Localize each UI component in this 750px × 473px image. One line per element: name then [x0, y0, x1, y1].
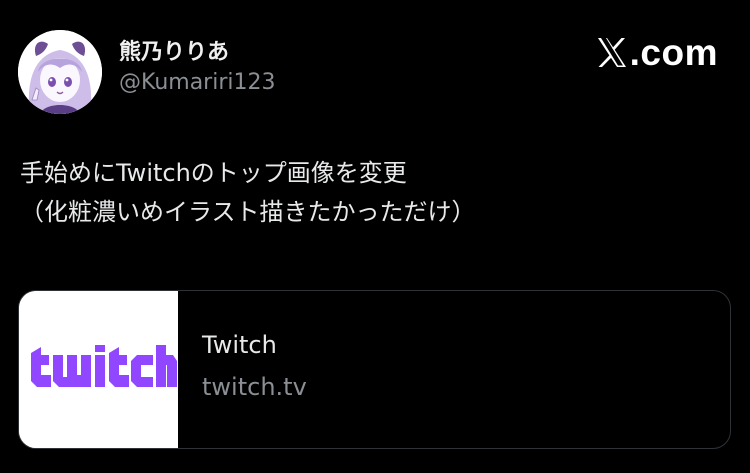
- x-com-text: .com: [629, 32, 718, 73]
- tweet-text: 手始めにTwitchのトップ画像を変更 （化粧濃いめイラスト描きたかっただけ）: [20, 154, 720, 232]
- author-avatar[interactable]: [18, 30, 102, 114]
- link-card-title: Twitch: [202, 331, 277, 359]
- author-display-name[interactable]: 熊乃りりあ: [119, 34, 229, 66]
- link-card-thumbnail: [19, 291, 178, 448]
- link-preview-card[interactable]: Twitch twitch.tv: [18, 290, 731, 449]
- twitch-logo-icon: [19, 291, 178, 448]
- anime-girl-avatar-icon: [18, 30, 102, 114]
- author-handle[interactable]: @Kumariri123: [119, 70, 276, 95]
- x-com-brand: .com: [597, 34, 718, 71]
- tweet-text-line: 手始めにTwitchのトップ画像を変更: [20, 159, 407, 187]
- link-card-domain: twitch.tv: [202, 373, 307, 401]
- x-logo-icon: [597, 38, 626, 67]
- tweet-text-line: （化粧濃いめイラスト描きたかっただけ）: [20, 198, 476, 226]
